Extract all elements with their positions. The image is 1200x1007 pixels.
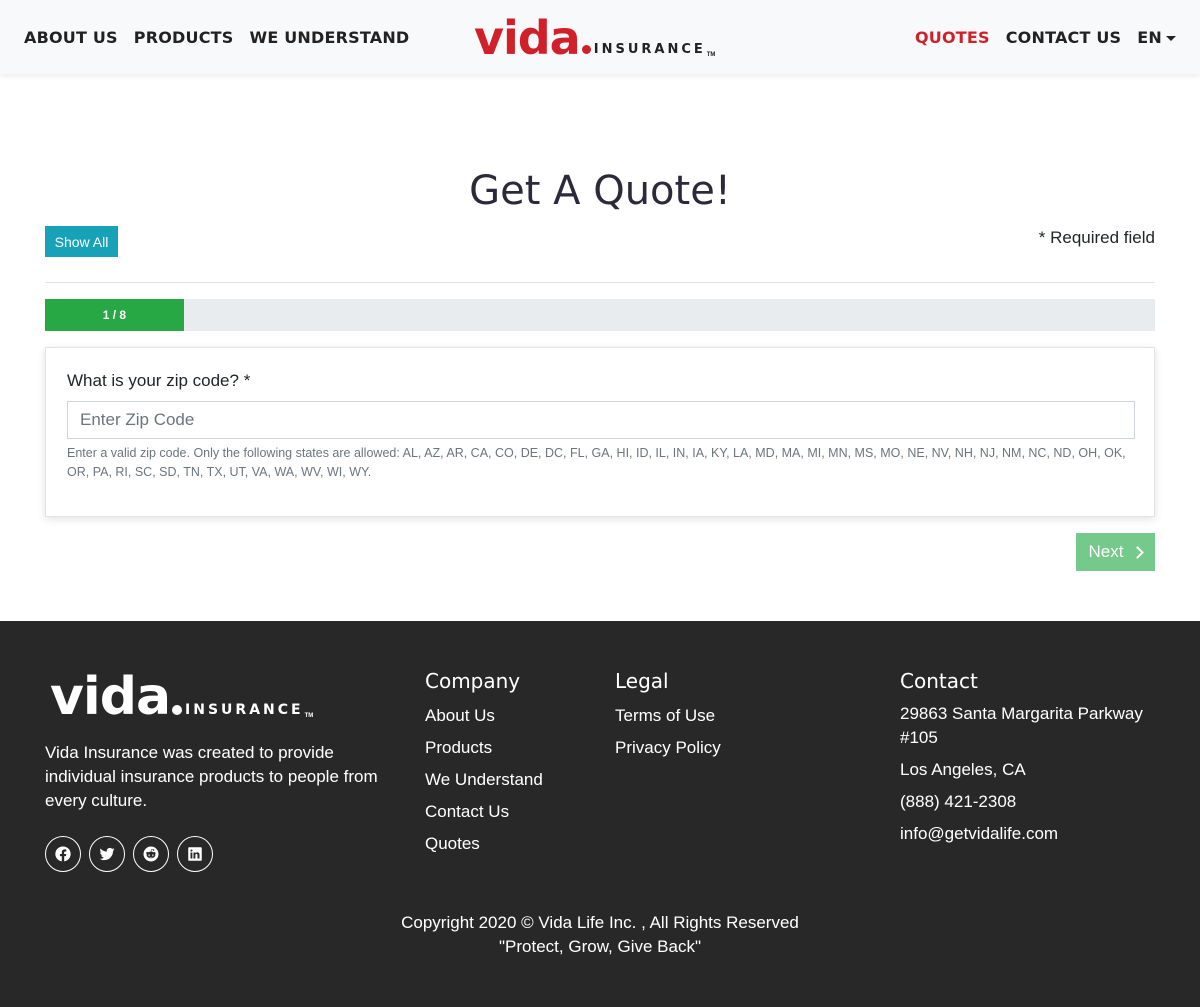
copyright-text: Copyright 2020 © Vida Life Inc. , All Ri… — [401, 913, 799, 932]
footer-logo-tm: TM — [304, 713, 314, 719]
footer-phone[interactable]: (888) 421-2308 — [900, 790, 1160, 814]
facebook-icon — [55, 846, 71, 862]
footer-logo-word: vida — [50, 667, 171, 727]
zip-question-label: What is your zip code? * — [67, 371, 251, 390]
twitter-link[interactable] — [89, 836, 125, 872]
linkedin-icon — [188, 847, 202, 861]
footer-link-we-understand[interactable]: We Understand — [425, 764, 543, 796]
show-all-button[interactable]: Show All — [45, 226, 118, 257]
language-dropdown[interactable]: EN — [1137, 28, 1176, 47]
footer-logo[interactable]: vida INSURANCE TM — [50, 667, 314, 727]
logo-tm: TM — [706, 52, 716, 58]
logo-suffix: INSURANCE — [593, 42, 706, 57]
nav-quotes[interactable]: QUOTES — [915, 28, 990, 47]
footer-logo-dot — [172, 705, 183, 715]
zip-help-text: Enter a valid zip code. Only the followi… — [67, 446, 1126, 479]
logo-word: vida — [474, 11, 581, 65]
nav-we-understand[interactable]: WE UNDERSTAND — [249, 28, 409, 47]
footer-email[interactable]: info@getvidalife.com — [900, 822, 1160, 846]
logo-dot — [581, 45, 591, 54]
footer-link-contact-us[interactable]: Contact Us — [425, 796, 543, 828]
social-links — [45, 836, 213, 872]
question-card: What is your zip code? * Enter a valid z… — [45, 347, 1155, 517]
footer-link-privacy[interactable]: Privacy Policy — [615, 732, 721, 764]
brand-logo[interactable]: vida INSURANCE TM — [474, 11, 716, 65]
reddit-icon — [143, 846, 159, 862]
footer-contact-column: Contact 29863 Santa Margarita Parkway #1… — [900, 668, 1160, 854]
divider — [45, 282, 1155, 283]
next-button[interactable]: Next — [1076, 533, 1155, 571]
progress-fill: 1 / 8 — [45, 299, 184, 331]
nav-left-group: ABOUT US PRODUCTS WE UNDERSTAND — [24, 0, 409, 74]
footer-link-products[interactable]: Products — [425, 732, 543, 764]
footer-about-text: Vida Insurance was created to provide in… — [45, 743, 378, 810]
footer-link-quotes[interactable]: Quotes — [425, 828, 543, 860]
nav-about-us[interactable]: ABOUT US — [24, 28, 118, 47]
nav-products[interactable]: PRODUCTS — [134, 28, 234, 47]
footer-link-terms[interactable]: Terms of Use — [615, 700, 721, 732]
footer-address: 29863 Santa Margarita Parkway #105 — [900, 704, 1143, 747]
footer-link-about-us[interactable]: About Us — [425, 700, 543, 732]
footer-city: Los Angeles, CA — [900, 760, 1026, 779]
footer-logo-suffix: INSURANCE — [185, 702, 304, 718]
twitter-icon — [99, 847, 115, 861]
chevron-right-icon — [1131, 545, 1145, 559]
facebook-link[interactable] — [45, 836, 81, 872]
linkedin-link[interactable] — [177, 836, 213, 872]
footer-legal-heading: Legal — [615, 669, 669, 693]
footer-company-heading: Company — [425, 669, 521, 693]
footer-legal-column: Legal Terms of Use Privacy Policy — [615, 668, 721, 764]
copyright-block: Copyright 2020 © Vida Life Inc. , All Ri… — [0, 911, 1200, 959]
language-label: EN — [1137, 27, 1162, 47]
footer-contact-heading: Contact — [900, 669, 978, 693]
nav-contact-us[interactable]: CONTACT US — [1006, 28, 1122, 47]
required-field-note: * Required field — [1038, 228, 1155, 247]
top-navbar: ABOUT US PRODUCTS WE UNDERSTAND vida INS… — [0, 0, 1200, 74]
site-footer: vida INSURANCE TM Vida Insurance was cre… — [0, 621, 1200, 1007]
progress-bar: 1 / 8 — [45, 299, 1155, 331]
page-title: Get A Quote! — [469, 168, 731, 214]
zip-code-input[interactable] — [67, 401, 1135, 439]
next-label: Next — [1088, 542, 1124, 561]
nav-right-group: QUOTES CONTACT US EN — [915, 0, 1176, 74]
tagline-text: "Protect, Grow, Give Back" — [499, 937, 701, 956]
reddit-link[interactable] — [133, 836, 169, 872]
footer-company-column: Company About Us Products We Understand … — [425, 668, 543, 860]
caret-down-icon — [1166, 35, 1176, 41]
